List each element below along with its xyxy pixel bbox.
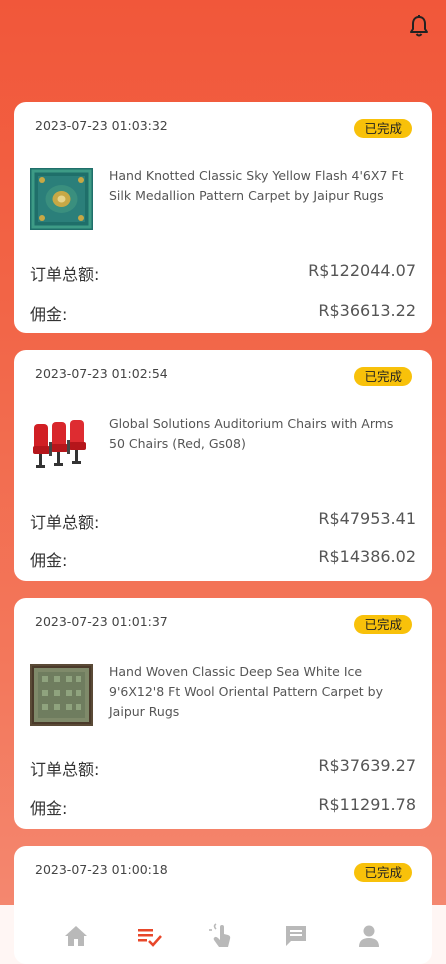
status-badge: 已完成 — [354, 119, 412, 138]
order-card[interactable]: 2023-07-23 01:03:32 已完成 Hand Knotted Cla… — [14, 102, 432, 333]
order-card[interactable]: 2023-07-23 01:02:54 已完成 Global Solutions… — [14, 350, 432, 581]
profile-icon[interactable] — [356, 923, 382, 949]
order-total-value: R$37639.27 — [318, 756, 416, 775]
status-badge: 已完成 — [354, 863, 412, 882]
notification-bell-icon[interactable] — [408, 14, 430, 38]
product-thumbnail — [30, 416, 93, 478]
order-date: 2023-07-23 01:00:18 — [35, 862, 168, 877]
order-card[interactable]: 2023-07-23 01:01:37 已完成 Hand Woven Class… — [14, 598, 432, 829]
status-badge: 已完成 — [354, 615, 412, 634]
order-total-row: 订单总额: R$47953.41 — [30, 509, 416, 533]
order-total-value: R$122044.07 — [308, 261, 416, 280]
order-total-row: 订单总额: R$122044.07 — [30, 261, 416, 285]
commission-label: 佣金: — [30, 799, 68, 818]
message-icon[interactable] — [283, 923, 309, 949]
commission-label: 佣金: — [30, 305, 68, 324]
order-date: 2023-07-23 01:01:37 — [35, 614, 168, 629]
order-total-label: 订单总额: — [30, 513, 100, 532]
bottom-tab-bar — [0, 905, 446, 964]
order-date: 2023-07-23 01:02:54 — [35, 366, 168, 381]
commission-label: 佣金: — [30, 551, 68, 570]
order-total-row: 订单总额: R$37639.27 — [30, 756, 416, 780]
commission-value: R$14386.02 — [318, 547, 416, 566]
order-date: 2023-07-23 01:03:32 — [35, 118, 168, 133]
order-total-value: R$47953.41 — [318, 509, 416, 528]
product-title: Global Solutions Auditorium Chairs with … — [109, 416, 394, 451]
order-total-label: 订单总额: — [30, 265, 100, 284]
product-thumbnail — [30, 168, 93, 230]
order-total-label: 订单总额: — [30, 760, 100, 779]
commission-row: 佣金: R$11291.78 — [30, 795, 416, 819]
commission-value: R$11291.78 — [318, 795, 416, 814]
product-title: Hand Woven Classic Deep Sea White Ice 9'… — [109, 664, 383, 719]
tap-icon[interactable] — [209, 923, 235, 949]
status-badge: 已完成 — [354, 367, 412, 386]
commission-row: 佣金: R$36613.22 — [30, 301, 416, 325]
orders-icon[interactable] — [136, 923, 162, 949]
product-title: Hand Knotted Classic Sky Yellow Flash 4'… — [109, 168, 404, 203]
home-icon[interactable] — [63, 923, 89, 949]
product-thumbnail — [30, 664, 93, 726]
commission-row: 佣金: R$14386.02 — [30, 547, 416, 571]
commission-value: R$36613.22 — [318, 301, 416, 320]
